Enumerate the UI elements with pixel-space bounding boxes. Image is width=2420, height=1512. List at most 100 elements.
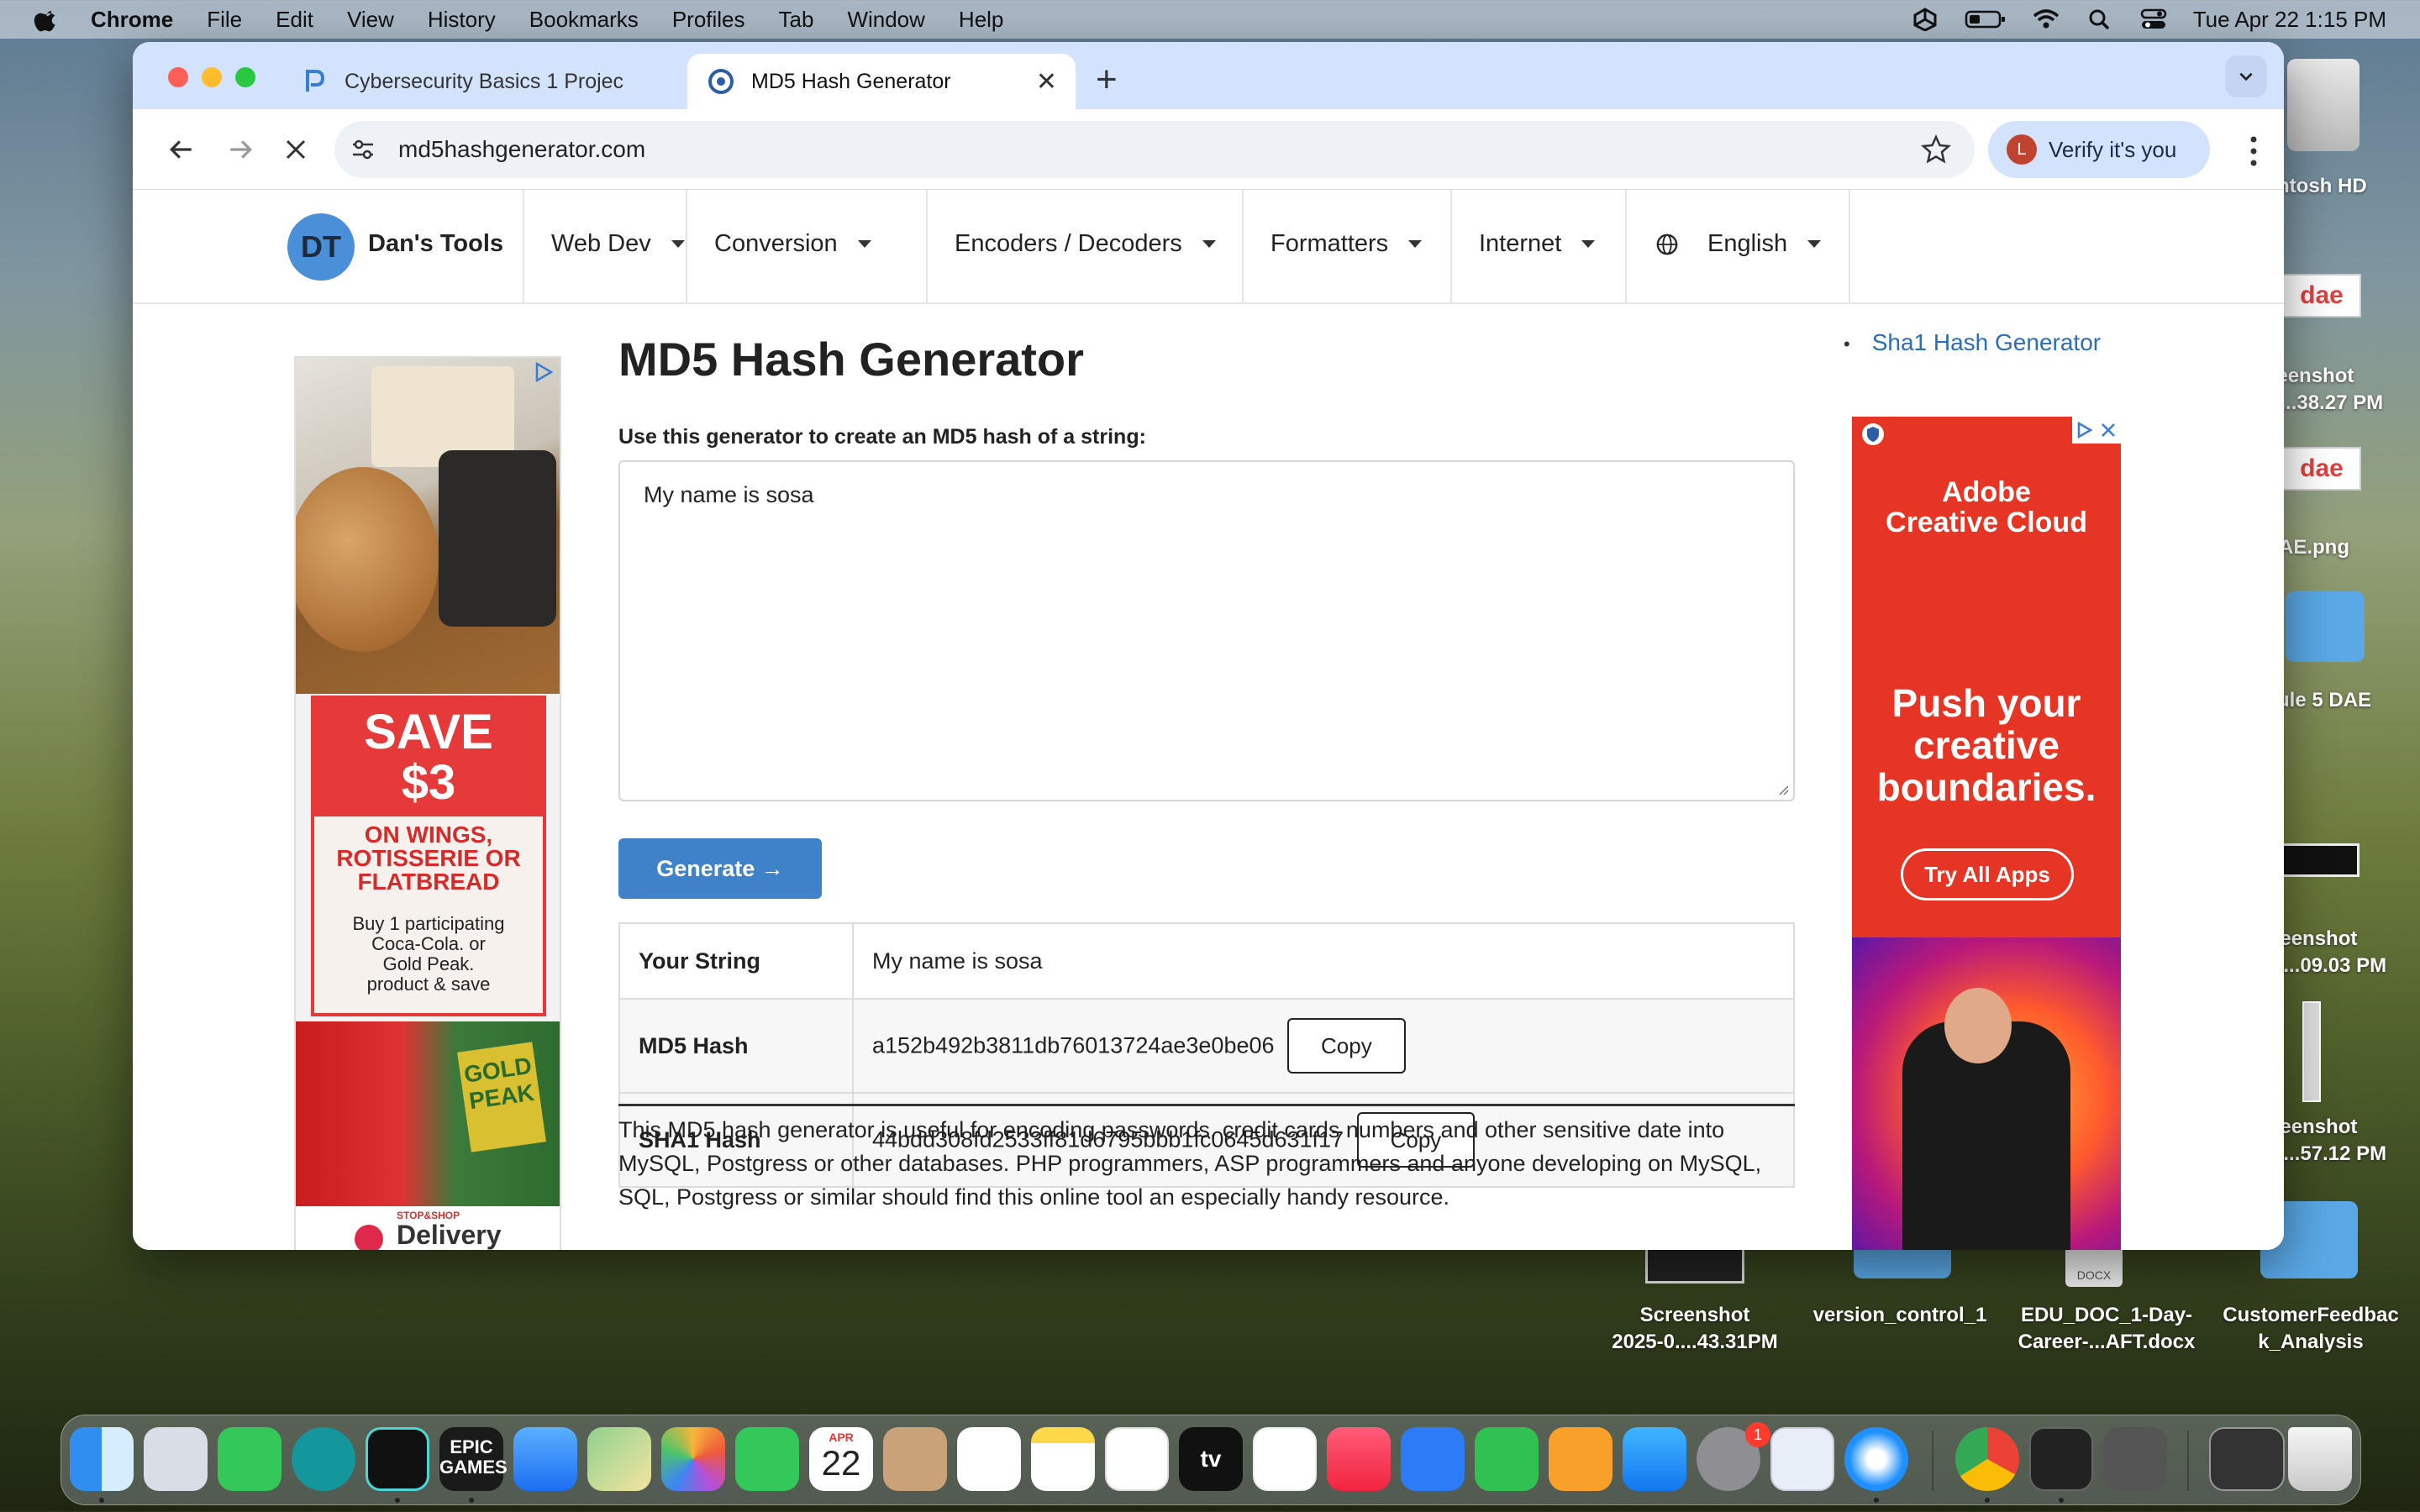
desktop-folder-icon[interactable]	[2286, 591, 2365, 662]
nav-formatters[interactable]: Formatters	[1270, 230, 1423, 258]
epic-games-icon[interactable]: EPIC GAMES	[439, 1427, 508, 1491]
apple-tv-icon[interactable]: tv	[1179, 1427, 1243, 1491]
unity-status-icon[interactable]	[1911, 8, 1939, 31]
facetime-icon[interactable]	[735, 1427, 799, 1491]
menu-edit[interactable]: Edit	[276, 7, 313, 33]
site-logo[interactable]: DT	[287, 213, 355, 281]
desktop-thumb-1[interactable]: dae	[2282, 274, 2361, 318]
desktop-label-screenshot-3[interactable]: reenshot 0...57.12 PM	[2272, 1114, 2420, 1168]
desktop-label-edu-doc[interactable]: EDU_DOC_1-Day- Career-...AFT.docx	[1993, 1302, 2220, 1356]
desktop-label-screenshot-2[interactable]: reenshot 0...09.03 PM	[2272, 926, 2420, 979]
left-advertisement[interactable]: SAVE $3 ON WINGS, ROTISSERIE OR FLATBREA…	[294, 356, 561, 1250]
string-input-textarea[interactable]: My name is sosa	[618, 460, 1795, 801]
menu-history[interactable]: History	[428, 7, 496, 33]
close-window-button[interactable]	[168, 67, 188, 87]
nav-web-dev[interactable]: Web Dev	[551, 230, 685, 258]
browser-menu-kebab-icon[interactable]	[2249, 134, 2259, 168]
freeform-icon[interactable]	[1105, 1427, 1169, 1491]
trash-icon[interactable]	[2288, 1427, 2352, 1491]
tab-search-chevron-icon[interactable]	[2225, 55, 2267, 97]
mail-icon[interactable]	[513, 1427, 577, 1491]
site-brand[interactable]: Dan's Tools	[368, 230, 503, 258]
adchoices-icon[interactable]	[2072, 417, 2096, 444]
news-icon[interactable]	[1253, 1427, 1317, 1491]
desktop-label-hd[interactable]: ntosh HD	[2277, 173, 2420, 200]
menu-help[interactable]: Help	[959, 7, 1003, 33]
zoom-window-button[interactable]	[235, 67, 255, 87]
music-icon[interactable]	[1327, 1427, 1391, 1491]
contacts-icon[interactable]	[883, 1427, 947, 1491]
desktop-hd-icon[interactable]	[2287, 59, 2360, 151]
launchpad-icon[interactable]	[144, 1427, 208, 1491]
desktop-docx-icon[interactable]: DOCX	[2065, 1250, 2123, 1287]
desktop-label-dae-png[interactable]: AE.png	[2279, 534, 2420, 561]
copy-md5-button[interactable]: Copy	[1287, 1018, 1406, 1074]
desktop-label-module-5[interactable]: ule 5 DAE	[2277, 687, 2420, 714]
desktop-thumb-2[interactable]: dae	[2282, 447, 2361, 491]
try-all-apps-button[interactable]: Try All Apps	[1901, 848, 2074, 900]
desktop-label-screenshot-1[interactable]: reenshot 0...38.27 PM	[2269, 363, 2420, 417]
calendar-icon[interactable]: APR 22	[809, 1427, 873, 1491]
bookmark-star-icon[interactable]	[1921, 134, 1951, 165]
sidebar-link-sha1[interactable]: • Sha1 Hash Generator	[1844, 329, 2101, 356]
desktop-label-customer-feedback[interactable]: CustomerFeedbac k_Analysis	[2210, 1302, 2412, 1356]
menu-app-name[interactable]: Chrome	[91, 7, 173, 33]
menu-clock[interactable]: Tue Apr 22 1:15 PM	[2193, 7, 2386, 33]
spotlight-search-icon[interactable]	[2086, 8, 2114, 31]
keynote-icon[interactable]	[1401, 1427, 1465, 1491]
nav-language[interactable]: English	[1655, 230, 1822, 258]
desktop-thumb-3[interactable]	[2281, 843, 2360, 877]
desktop-folder-icon[interactable]	[1854, 1250, 1951, 1278]
app-store-icon[interactable]	[1623, 1427, 1686, 1491]
photos-icon[interactable]	[661, 1427, 725, 1491]
battery-icon[interactable]	[1965, 8, 2007, 31]
profile-verify-button[interactable]: L Verify it's you	[1988, 121, 2210, 178]
desktop-thumb-4[interactable]	[2302, 1001, 2321, 1102]
desktop-label-screenshot-4[interactable]: Screenshot 2025-0....43.31PM	[1590, 1302, 1800, 1356]
unity-icon[interactable]	[2103, 1427, 2167, 1491]
close-ad-icon[interactable]	[2096, 417, 2121, 444]
menu-file[interactable]: File	[207, 7, 242, 33]
url-text[interactable]: md5hashgenerator.com	[398, 136, 645, 163]
notes-icon[interactable]	[1031, 1427, 1095, 1491]
minimize-window-button[interactable]	[202, 67, 222, 87]
terminal-icon[interactable]	[2029, 1427, 2093, 1491]
menu-tab[interactable]: Tab	[779, 7, 814, 33]
stop-loading-icon[interactable]	[276, 129, 316, 170]
menu-window[interactable]: Window	[847, 7, 924, 33]
back-arrow-icon[interactable]	[161, 129, 202, 170]
generate-button[interactable]: Generate →	[618, 838, 822, 899]
nav-internet[interactable]: Internet	[1479, 230, 1596, 258]
reminders-icon[interactable]	[957, 1427, 1021, 1491]
menu-bookmarks[interactable]: Bookmarks	[529, 7, 639, 33]
apple-icon[interactable]	[34, 6, 60, 33]
right-advertisement[interactable]: Adobe Creative Cloud Push your creative …	[1852, 417, 2121, 1250]
safari-icon[interactable]	[1844, 1427, 1908, 1491]
pages-icon[interactable]	[1549, 1427, 1612, 1491]
address-bar[interactable]: md5hashgenerator.com	[334, 121, 1975, 178]
menu-view[interactable]: View	[347, 7, 394, 33]
preview-icon[interactable]	[1770, 1427, 1834, 1491]
finder-icon[interactable]	[70, 1427, 134, 1491]
menu-profiles[interactable]: Profiles	[672, 7, 745, 33]
resize-grip-icon[interactable]	[1776, 783, 1790, 796]
control-center-icon[interactable]	[2139, 8, 2168, 31]
tab-md5-hash-generator[interactable]: MD5 Hash Generator ✕	[687, 54, 1076, 109]
forward-arrow-icon[interactable]	[220, 129, 260, 170]
unity-hub-icon[interactable]	[366, 1427, 429, 1491]
adchoices-icon[interactable]	[533, 361, 555, 383]
nav-encoders-decoders[interactable]: Encoders / Decoders	[955, 230, 1216, 258]
desktop-label-version-control[interactable]: version_control_1	[1795, 1302, 2005, 1329]
wifi-icon[interactable]	[2032, 8, 2060, 31]
recent-window-icon[interactable]	[2209, 1427, 2285, 1491]
close-tab-icon[interactable]: ✕	[1036, 67, 1057, 97]
numbers-icon[interactable]	[1475, 1427, 1539, 1491]
arduino-icon[interactable]	[292, 1427, 355, 1491]
new-tab-plus-icon[interactable]: +	[1096, 59, 1118, 101]
maps-icon[interactable]	[587, 1427, 651, 1491]
chrome-icon[interactable]	[1955, 1427, 2019, 1491]
messages-icon[interactable]	[218, 1427, 281, 1491]
site-info-tune-icon[interactable]	[350, 136, 376, 163]
ad-shield-icon[interactable]	[1860, 422, 1886, 447]
nav-conversion[interactable]: Conversion	[714, 230, 871, 258]
